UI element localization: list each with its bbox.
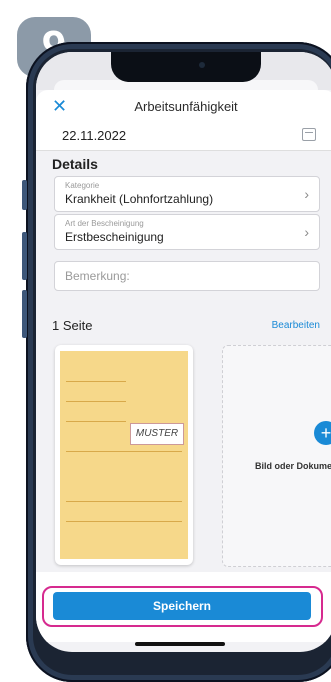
kategorie-value: Krankheit (Lohnfortzahlung) [65,192,214,206]
date-value: 22.11.2022 [62,128,127,143]
kategorie-label: Kategorie [65,181,100,190]
bemerkung-placeholder: Bemerkung: [65,269,130,283]
phone-screen: ✕ Arbeitsunfähigkeit 22.11.2022 Details … [36,52,331,652]
phone-side-button [22,180,27,210]
modal-header: ✕ Arbeitsunfähigkeit [36,90,331,122]
bemerkung-input[interactable]: Bemerkung: [54,261,320,291]
pages-header: 1 Seite Bearbeiten [52,318,320,336]
save-button[interactable]: Speichern [53,592,311,620]
date-field[interactable]: 22.11.2022 [36,122,331,151]
chevron-right-icon: › [304,186,309,202]
document-thumbnail[interactable]: MUSTER [55,345,193,565]
bescheinigung-value: Erstbescheinigung [65,230,164,244]
add-document-label: Bild oder Dokument [255,461,331,471]
modal-title: Arbeitsunfähigkeit [134,99,238,114]
phone-volume-up [22,232,27,280]
bescheinigung-select[interactable]: Art der Bescheinigung Erstbescheinigung … [54,214,320,250]
chevron-right-icon: › [304,224,309,240]
phone-volume-down [22,290,27,338]
bescheinigung-label: Art der Bescheinigung [65,219,144,228]
camera-icon [199,62,205,68]
document-image: MUSTER [60,351,188,559]
home-indicator [135,642,225,646]
page-count: 1 Seite [52,318,93,333]
kategorie-select[interactable]: Kategorie Krankheit (Lohnfortzahlung) › [54,176,320,212]
muster-stamp: MUSTER [130,423,184,445]
notch [111,52,261,82]
plus-icon[interactable]: + [314,421,331,445]
calendar-icon[interactable] [302,128,316,141]
details-heading: Details [52,156,98,172]
edit-pages-link[interactable]: Bearbeiten [272,320,320,331]
add-document-tile[interactable]: + Bild oder Dokument [222,345,331,567]
